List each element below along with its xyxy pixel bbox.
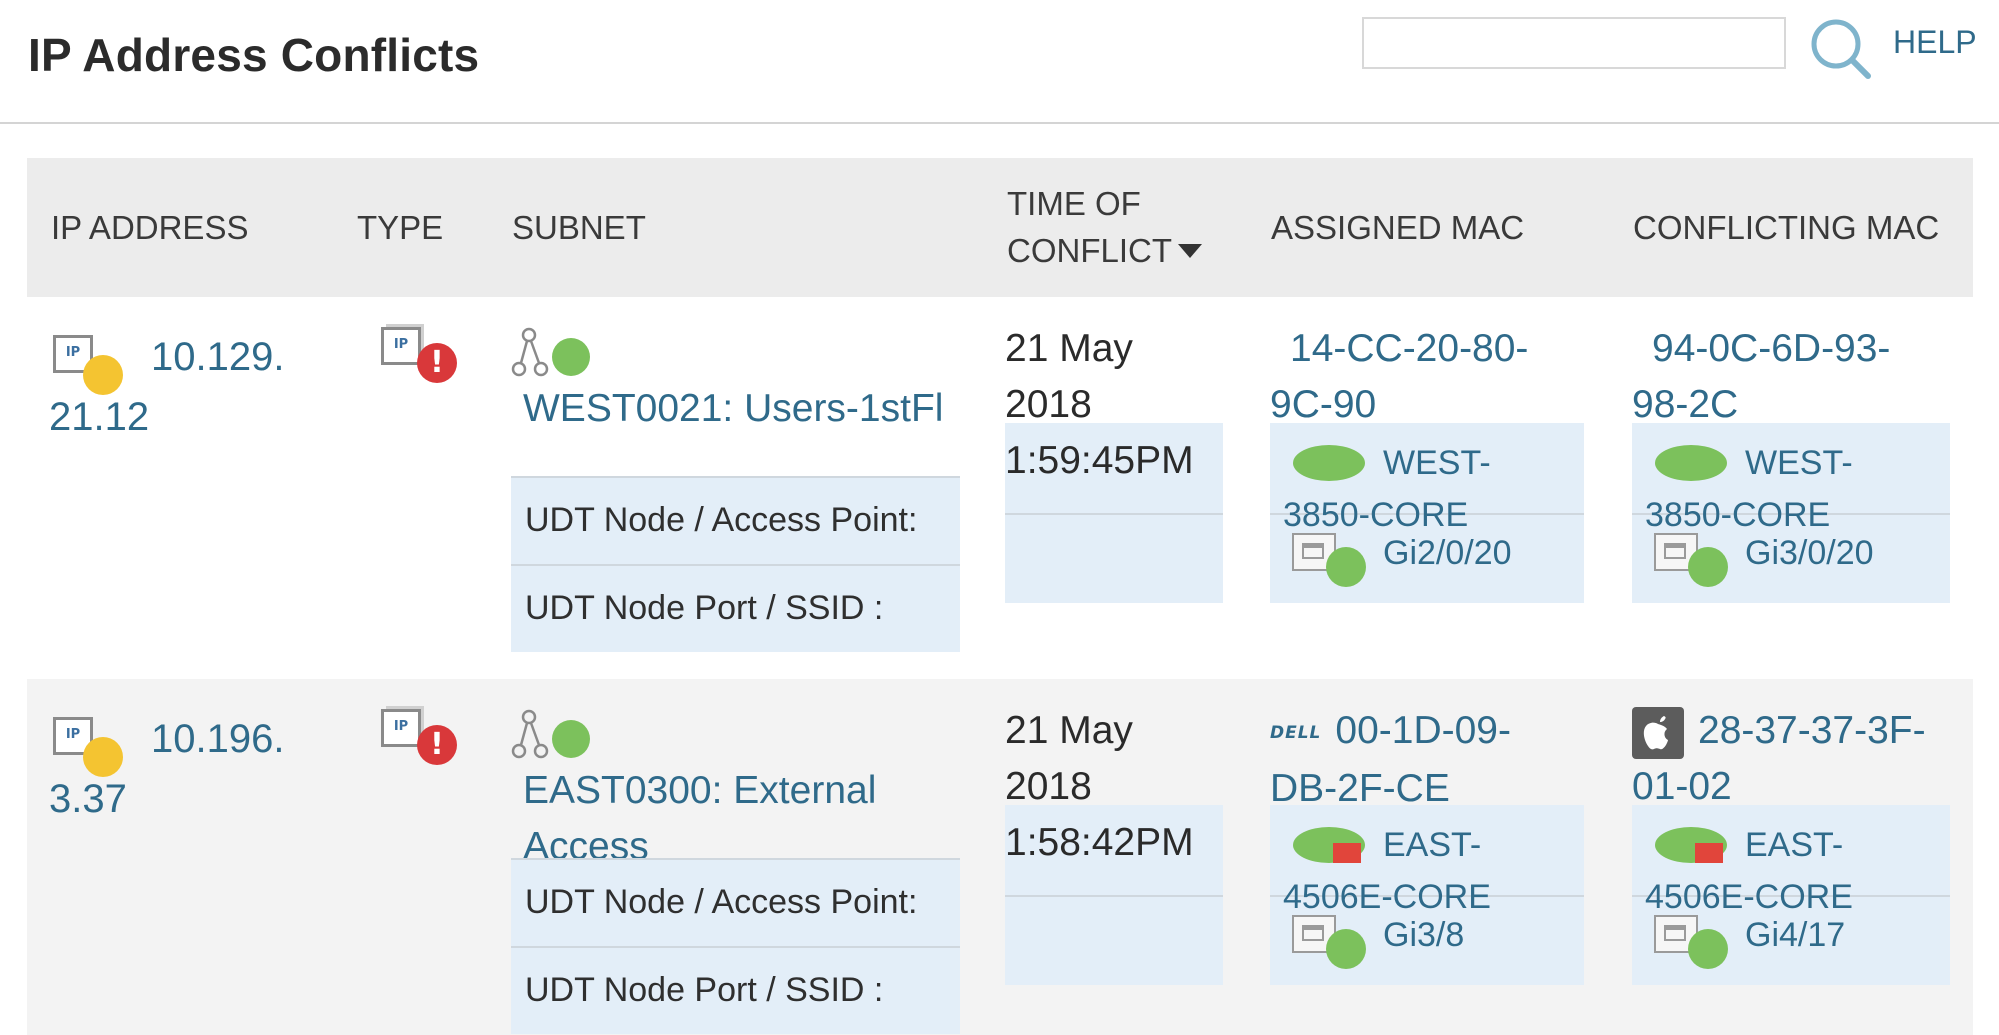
conflicting-mac-cell: 94-0C-6D-93- 98-2C bbox=[1632, 321, 1932, 433]
assigned-mac-link[interactable]: 00-1D-09- bbox=[1335, 709, 1511, 752]
assigned-mac-link-continued[interactable]: DB-2F-CE bbox=[1270, 767, 1450, 810]
conflicting-mac-link[interactable]: 28-37-37-3F- bbox=[1698, 709, 1926, 752]
sort-descending-icon[interactable] bbox=[1178, 244, 1202, 259]
column-header-type[interactable]: TYPE bbox=[357, 204, 443, 251]
subnet-network-icon bbox=[511, 327, 590, 377]
assigned-mac-link-continued[interactable]: 9C-90 bbox=[1270, 383, 1376, 426]
conflicting-mac-link[interactable]: 94-0C-6D-93- bbox=[1632, 327, 1890, 370]
ip-address-cell: IP 10.129. 21.12 bbox=[49, 327, 319, 447]
port-icon bbox=[1654, 529, 1730, 587]
time-date-line2: 2018 bbox=[1005, 765, 1092, 808]
column-header-time-line2: CONFLICT bbox=[1007, 227, 1202, 274]
ip-address-link-continued[interactable]: 3.37 bbox=[49, 777, 127, 821]
warning-status-icon bbox=[83, 737, 123, 777]
subnet-network-icon bbox=[511, 709, 590, 759]
column-header-ip-address[interactable]: IP ADDRESS bbox=[51, 204, 248, 251]
ip-badge-icon: IP bbox=[381, 709, 421, 747]
assigned-mac-link[interactable]: 14-CC-20-80- bbox=[1270, 327, 1528, 370]
table-header: IP ADDRESS TYPE SUBNET TIME OF CONFLICT … bbox=[27, 158, 1973, 297]
conflicting-port-link[interactable]: Gi4/17 bbox=[1745, 909, 1845, 961]
dell-vendor-icon: DELL bbox=[1270, 722, 1322, 743]
error-status-icon: ! bbox=[417, 725, 457, 765]
ip-address-link[interactable]: 10.196. bbox=[151, 717, 284, 761]
assigned-device-cell: EAST- 4506E-CORE bbox=[1283, 819, 1583, 923]
column-header-time-of-conflict[interactable]: TIME OF CONFLICT bbox=[1007, 180, 1202, 274]
column-header-conflicting-mac[interactable]: CONFLICTING MAC bbox=[1633, 204, 1939, 251]
ip-warning-icon: IP bbox=[49, 709, 139, 777]
conflicting-device-cell: WEST- 3850-CORE bbox=[1645, 437, 1945, 541]
ip-address-link-continued[interactable]: 21.12 bbox=[49, 395, 149, 439]
time-clock-line: 1:58:42PM bbox=[1005, 821, 1194, 864]
ip-warning-icon: IP bbox=[49, 327, 139, 395]
time-date-line1: 21 May bbox=[1005, 709, 1133, 752]
column-header-subnet[interactable]: SUBNET bbox=[512, 204, 646, 251]
column-header-time-line1: TIME OF bbox=[1007, 185, 1141, 222]
time-date-line2: 2018 bbox=[1005, 383, 1092, 426]
udt-port-label: UDT Node Port / SSID : bbox=[511, 946, 960, 1034]
assigned-device-link[interactable]: WEST- bbox=[1283, 444, 1491, 482]
conflicting-port-link[interactable]: Gi3/0/20 bbox=[1745, 527, 1874, 579]
conflicting-device-link[interactable]: WEST- bbox=[1645, 444, 1853, 482]
apple-vendor-icon bbox=[1632, 706, 1684, 759]
ip-address-cell: IP 10.196. 3.37 bbox=[49, 709, 319, 829]
port-icon bbox=[1654, 911, 1730, 969]
table-row: IP 10.196. 3.37 IP ! EAST0300: External … bbox=[27, 679, 1973, 1035]
conflicting-mac-link-continued[interactable]: 98-2C bbox=[1632, 383, 1738, 426]
ip-badge-icon: IP bbox=[381, 327, 421, 365]
page-title: IP Address Conflicts bbox=[28, 29, 480, 81]
conflicting-mac-cell: 28-37-37-3F- 01-02 bbox=[1632, 703, 1972, 815]
column-header-time-line2-text: CONFLICT bbox=[1007, 232, 1172, 269]
time-date-line1: 21 May bbox=[1005, 327, 1133, 370]
udt-node-label: UDT Node / Access Point: bbox=[511, 858, 960, 946]
page-header: IP Address Conflicts HELP bbox=[0, 0, 1999, 124]
assigned-device-link[interactable]: EAST- bbox=[1283, 826, 1481, 864]
ip-conflict-type-icon: IP ! bbox=[379, 705, 469, 765]
conflicting-device-cell: EAST- 4506E-CORE bbox=[1645, 819, 1945, 923]
time-of-conflict: 21 May 2018 1:59:45PM bbox=[1005, 321, 1245, 489]
table-row: IP 10.129. 21.12 IP ! WEST0021: Users-1s… bbox=[27, 297, 1973, 679]
assigned-mac-cell: DELL 00-1D-09- DB-2F-CE bbox=[1270, 703, 1570, 817]
port-icon bbox=[1292, 529, 1368, 587]
ip-address-link[interactable]: 10.129. bbox=[151, 335, 284, 379]
help-link[interactable]: HELP bbox=[1893, 24, 1977, 61]
assigned-port-link[interactable]: Gi2/0/20 bbox=[1383, 527, 1512, 579]
assigned-port-link[interactable]: Gi3/8 bbox=[1383, 909, 1464, 961]
ip-conflict-type-icon: IP ! bbox=[379, 323, 469, 383]
warning-status-icon bbox=[83, 355, 123, 395]
assigned-device-cell: WEST- 3850-CORE bbox=[1283, 437, 1583, 541]
subnet-icon bbox=[511, 325, 601, 381]
subnet-link[interactable]: EAST0300: External bbox=[511, 763, 960, 819]
search-input[interactable] bbox=[1362, 17, 1786, 69]
subnet-link[interactable]: WEST0021: Users-1stFl bbox=[511, 381, 960, 437]
port-icon bbox=[1292, 911, 1368, 969]
search-icon[interactable] bbox=[1806, 14, 1876, 84]
udt-node-label: UDT Node / Access Point: bbox=[511, 476, 960, 564]
conflicting-mac-link-continued[interactable]: 01-02 bbox=[1632, 765, 1732, 808]
error-status-icon: ! bbox=[417, 343, 457, 383]
subnet-cell: WEST0021: Users-1stFl bbox=[511, 325, 960, 437]
subnet-cell: EAST0300: External Access bbox=[511, 707, 960, 875]
assigned-mac-cell: 14-CC-20-80- 9C-90 bbox=[1270, 321, 1570, 433]
time-of-conflict: 21 May 2018 1:58:42PM bbox=[1005, 703, 1245, 871]
conflicting-device-link[interactable]: EAST- bbox=[1645, 826, 1843, 864]
time-clock-line: 1:59:45PM bbox=[1005, 439, 1194, 482]
udt-port-label: UDT Node Port / SSID : bbox=[511, 564, 960, 652]
column-header-assigned-mac[interactable]: ASSIGNED MAC bbox=[1271, 204, 1524, 251]
subnet-icon bbox=[511, 707, 601, 763]
